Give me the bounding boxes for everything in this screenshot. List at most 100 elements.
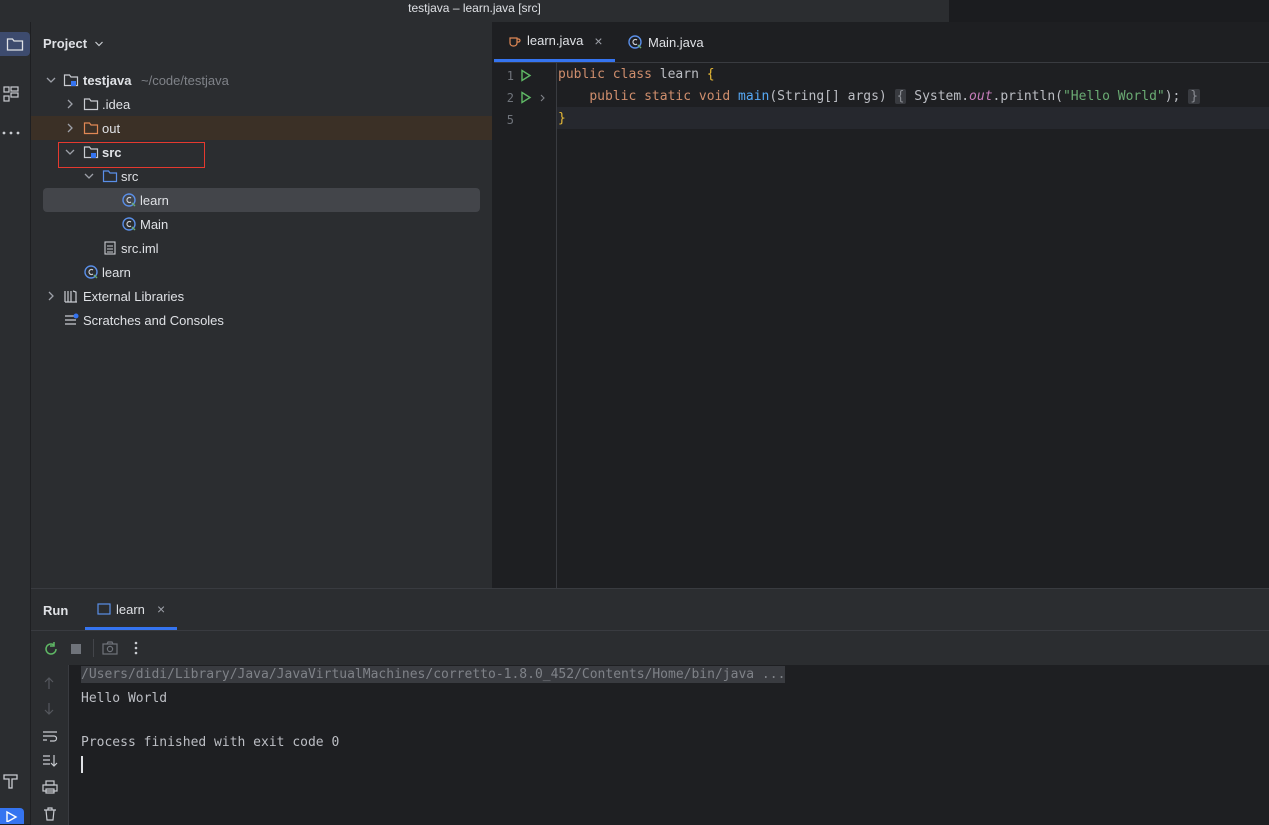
console-command-line[interactable]: /Users/didi/Library/Java/JavaVirtualMach…: [81, 666, 786, 683]
module-folder-icon: [63, 74, 79, 87]
code-line-2[interactable]: public static void main(String[] args) {…: [558, 89, 1201, 104]
more-tools-button[interactable]: [0, 122, 22, 144]
module-folder-icon: [83, 146, 99, 159]
build-tool-button[interactable]: [0, 770, 22, 792]
line-number: 1: [506, 69, 514, 83]
console-icon: [97, 603, 111, 615]
left-tool-strip: [0, 22, 31, 824]
tree-path-hint: ~/code/testjava: [141, 72, 229, 88]
code-line-1[interactable]: public class learn {: [558, 67, 715, 82]
editor-area: learn.java × Main.java 1 2 5 public clas…: [493, 22, 1269, 588]
run-gutter-icon[interactable]: [520, 91, 532, 104]
window-title-bar: testjava – learn.java [src]: [0, 0, 949, 22]
more-vertical-icon[interactable]: [133, 640, 139, 656]
tab-label: Main.java: [648, 34, 704, 50]
tree-label: Scratches and Consoles: [83, 312, 224, 328]
title-bar-filler: [949, 0, 1269, 22]
run-toolbar: [31, 631, 1269, 665]
source-folder-icon: [102, 170, 118, 183]
arrow-up-icon[interactable]: [43, 676, 55, 690]
tree-row-learn-root[interactable]: learn: [31, 260, 492, 284]
chevron-down-icon[interactable]: [64, 146, 76, 158]
code-field: out: [969, 89, 993, 104]
tab-learn-java[interactable]: learn.java ×: [494, 22, 615, 62]
run-panel: Run learn × /Users/didi/Library/Java/Jav…: [31, 588, 1269, 825]
run-tab-learn[interactable]: learn ×: [85, 589, 177, 630]
code-punct: );: [1164, 89, 1181, 104]
fold-brace[interactable]: {: [894, 89, 907, 104]
line-number: 2: [506, 91, 514, 105]
code-identifier: System.: [914, 89, 970, 104]
console-output-line[interactable]: Process finished with exit code 0: [81, 735, 339, 750]
tree-row-scratches[interactable]: Scratches and Consoles: [31, 308, 492, 332]
console-output-line[interactable]: Hello World: [81, 691, 167, 706]
tree-label: src: [121, 168, 139, 184]
selection-highlight: [43, 188, 480, 212]
chevron-down-icon[interactable]: [83, 170, 95, 182]
folder-icon: [83, 98, 99, 111]
code-line-5[interactable]: }: [558, 111, 566, 126]
run-panel-title: Run: [43, 603, 69, 618]
chevron-down-icon[interactable]: [45, 74, 57, 86]
fold-brace[interactable]: }: [1188, 89, 1201, 104]
editor-gutter: 1 2 5: [494, 63, 557, 588]
project-panel: Project testjava ~/code/testjava .idea o…: [31, 22, 492, 588]
java-file-icon: [509, 36, 521, 47]
stop-icon[interactable]: [70, 643, 82, 655]
scratches-icon: [65, 313, 79, 325]
print-icon[interactable]: [42, 780, 58, 794]
close-icon[interactable]: ×: [594, 33, 602, 49]
window-title: testjava – learn.java [src]: [408, 1, 541, 15]
tree-label: Main: [140, 216, 169, 232]
chevron-right-icon[interactable]: [64, 122, 76, 134]
text-cursor: [81, 756, 83, 773]
tree-row-external-libraries[interactable]: External Libraries: [31, 284, 492, 308]
java-class-icon: [628, 35, 642, 49]
chevron-down-icon: [94, 41, 103, 47]
java-class-icon: [84, 265, 98, 279]
chevron-right-icon[interactable]: [45, 290, 57, 302]
fold-expand-icon[interactable]: [539, 94, 547, 102]
hammer-icon: [3, 774, 18, 789]
java-class-icon: [122, 193, 136, 207]
tab-main-java[interactable]: Main.java: [615, 22, 715, 62]
camera-icon[interactable]: [102, 641, 118, 655]
structure-tool-button[interactable]: [0, 83, 22, 105]
java-class-icon: [122, 217, 136, 231]
tab-label: learn.java: [527, 33, 584, 48]
arrow-down-icon[interactable]: [43, 702, 55, 716]
run-tool-button[interactable]: [0, 808, 24, 824]
more-icon: [2, 131, 20, 135]
run-gutter-icon[interactable]: [520, 69, 532, 82]
tree-row-idea[interactable]: .idea: [31, 92, 492, 116]
chevron-right-icon[interactable]: [64, 98, 76, 110]
line-number: 5: [506, 113, 514, 127]
project-tool-button[interactable]: [0, 32, 30, 56]
trash-icon[interactable]: [42, 806, 58, 822]
tree-row-src-module[interactable]: src: [31, 140, 492, 168]
code-identifier: learn: [659, 67, 699, 82]
code-call: .println(: [992, 89, 1063, 104]
rerun-icon[interactable]: [43, 641, 59, 657]
code-function: main: [738, 89, 770, 104]
tree-row-main-class[interactable]: Main: [31, 212, 492, 236]
toolbar-divider: [93, 639, 94, 657]
tree-row-src-folder[interactable]: src: [31, 164, 492, 188]
tree-label: learn: [102, 264, 131, 280]
soft-wrap-icon[interactable]: [42, 729, 58, 743]
tree-row-testjava[interactable]: testjava ~/code/testjava: [31, 68, 492, 92]
scroll-to-end-icon[interactable]: [42, 754, 58, 768]
tree-row-src-iml[interactable]: src.iml: [31, 236, 492, 260]
code-params: (String[] args): [769, 89, 887, 104]
close-icon[interactable]: ×: [157, 601, 165, 617]
code-keyword: static: [644, 89, 692, 104]
console-divider: [68, 665, 69, 825]
tree-label: testjava: [83, 72, 132, 88]
project-header[interactable]: Project: [43, 36, 104, 51]
code-brace: }: [558, 111, 566, 126]
tree-row-out[interactable]: out: [31, 116, 492, 140]
project-header-label: Project: [43, 36, 88, 51]
tree-label: src: [102, 144, 122, 160]
code-keyword: public: [589, 89, 637, 104]
tree-row-learn-class[interactable]: learn: [31, 188, 492, 212]
